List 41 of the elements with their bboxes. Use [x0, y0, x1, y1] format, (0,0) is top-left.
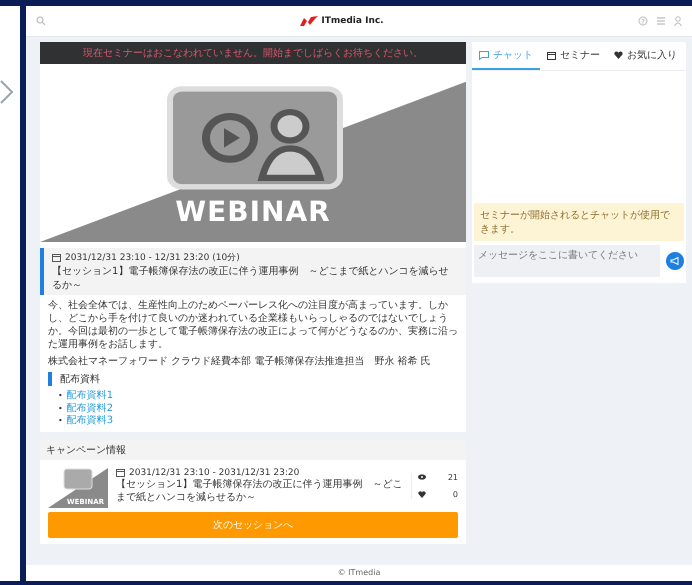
campaign-heading: キャンペーン情報 [40, 440, 466, 460]
status-banner: 現在セミナーはおこなわれていません。開始までしばらくお待ちください。 [40, 42, 466, 64]
footer-text: © ITmedia [336, 567, 382, 579]
campaign-datetime: 2031/12/31 23:10 - 2031/12/31 23:20 [129, 468, 300, 478]
session-datetime: 2031/12/31 23:10 - 12/31 23:20 (10分) [65, 252, 240, 264]
logo-text: ITmedia Inc. [321, 16, 384, 26]
menu-icon[interactable] [656, 16, 666, 26]
chat-notice: セミナーが開始されるとチャットが使用できます。 [474, 203, 684, 241]
calendar-icon [116, 468, 125, 477]
calendar-icon [52, 253, 61, 262]
chat-icon [479, 50, 489, 60]
material-link[interactable]: 配布資料1 [66, 390, 114, 401]
session-title: 【セッション1】電子帳簿保存法の改正に伴う運用事例 ～どこまで紙とハンコを減らせるか～ [52, 264, 450, 292]
tab[interactable]: お気に入り [607, 42, 684, 70]
next-session-button[interactable]: 次のセッションへ [48, 512, 458, 538]
eye-icon [418, 474, 426, 480]
chevron-icon [0, 80, 14, 104]
tab[interactable]: セミナー [540, 42, 607, 70]
bullet: • [58, 416, 63, 425]
banner-caption: WEBINAR [175, 195, 331, 228]
message-field[interactable]: メッセージをここに書いてください [474, 245, 660, 277]
search-icon[interactable] [36, 16, 46, 26]
user-icon[interactable] [674, 16, 682, 26]
view-count: 21 [448, 472, 458, 482]
like-count: 0 [452, 490, 458, 498]
send-button[interactable] [666, 252, 684, 270]
material-link[interactable]: 配布資料2 [66, 402, 114, 414]
heart-icon [614, 51, 623, 59]
speaker-text: 株式会社マネーフォワード クラウド経費本部 電子帳簿保存法推進担当 野永 裕希 氏 [48, 355, 432, 368]
tab[interactable]: チャット [472, 42, 540, 70]
campaign-title: 【セッション1】電子帳簿保存法の改正に伴う運用事例 ～どこまで紙とハンコを減らせるか～ [116, 478, 403, 504]
megaphone-icon [670, 257, 680, 265]
bullet: • [58, 404, 63, 412]
logo-icon [300, 16, 318, 26]
help-icon[interactable] [638, 16, 648, 26]
session-description: 今、社会全体では、生産性向上のためペーパーレス化への注目度が高まっています。しかし、どこから手を付けて良いのか迷われている企業様もいらっしゃるのではないでしょうか。今回は最初の一歩として電子帳簿保存法の改正によって何がどうなるのか、実務に沿った運用事例をお話します。 [48, 299, 458, 351]
calendar-icon [547, 50, 556, 60]
heart-icon [418, 490, 426, 498]
material-link[interactable]: 配布資料3 [66, 415, 114, 426]
bullet: • [58, 391, 63, 400]
materials-heading: 配布資料 [48, 372, 458, 386]
